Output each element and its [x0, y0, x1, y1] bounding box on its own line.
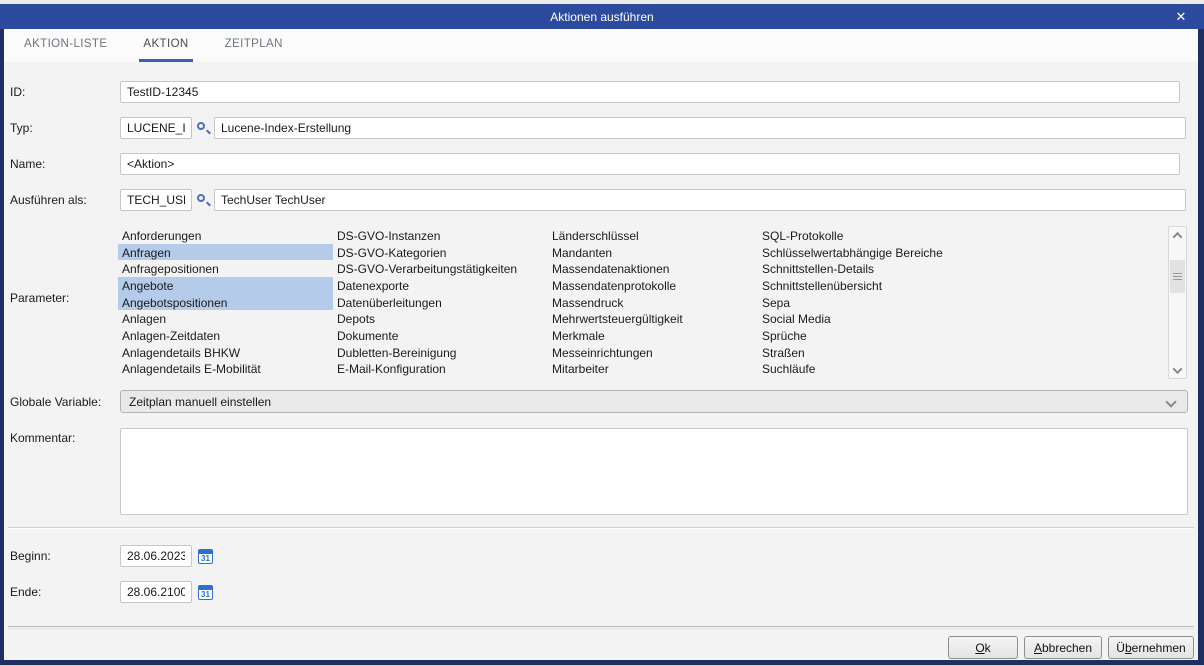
dialog-aktionen-ausfuehren: Aktionen ausführen ✕ AKTION-LISTE AKTION…: [0, 0, 1204, 666]
typ-label: Typ:: [10, 121, 33, 135]
param-item[interactable]: Straßen: [758, 344, 1168, 361]
comment-label: Kommentar:: [10, 431, 75, 445]
param-item[interactable]: Anfragen: [118, 244, 333, 261]
scroll-down-icon[interactable]: [1169, 362, 1186, 378]
parameter-column: AnforderungenAnfragenAnfragepositionenAn…: [118, 227, 333, 377]
separator: [8, 527, 1194, 528]
param-item[interactable]: Social Media: [758, 310, 1168, 327]
param-item[interactable]: DS-GVO-Instanzen: [333, 227, 548, 244]
param-item[interactable]: Suchläufe: [758, 360, 1168, 377]
global-variable-dropdown[interactable]: Zeitplan manuell einstellen: [120, 390, 1188, 413]
param-item[interactable]: Messeinrichtungen: [548, 344, 758, 361]
begin-label: Beginn:: [10, 549, 51, 563]
param-item[interactable]: Anlagendetails BHKW: [118, 344, 333, 361]
parameter-column: SQL-ProtokolleSchlüsselwertabhängige Ber…: [758, 227, 1168, 377]
param-item[interactable]: Anlagen-Zeitdaten: [118, 327, 333, 344]
param-item[interactable]: Depots: [333, 310, 548, 327]
end-calendar-icon[interactable]: 31: [198, 585, 213, 600]
param-item[interactable]: Sprüche: [758, 327, 1168, 344]
param-item[interactable]: Anlagen: [118, 310, 333, 327]
param-item[interactable]: DS-GVO-Kategorien: [333, 244, 548, 261]
param-item[interactable]: Merkmale: [548, 327, 758, 344]
end-date-field[interactable]: [120, 581, 192, 603]
parameter-label: Parameter:: [10, 291, 69, 305]
id-label: ID:: [10, 85, 25, 99]
dialog-body: AKTION-LISTE AKTION ZEITPLAN ID: Typ: Na…: [4, 29, 1198, 660]
typ-search-icon[interactable]: [196, 120, 211, 136]
scrollbar-thumb[interactable]: [1170, 260, 1185, 293]
param-item[interactable]: Schlüsselwertabhängige Bereiche: [758, 244, 1168, 261]
param-item[interactable]: Datenexporte: [333, 277, 548, 294]
end-label: Ende:: [10, 585, 41, 599]
tab-aktion[interactable]: AKTION: [139, 29, 192, 62]
tab-zeitplan[interactable]: ZEITPLAN: [221, 29, 287, 62]
param-item[interactable]: Sepa: [758, 294, 1168, 311]
ok-button[interactable]: Ok: [948, 636, 1018, 659]
tab-aktion-liste[interactable]: AKTION-LISTE: [20, 29, 111, 62]
param-item[interactable]: Anlagendetails E-Mobilität: [118, 360, 333, 377]
window-title: Aktionen ausführen: [550, 10, 653, 24]
param-item[interactable]: Mandanten: [548, 244, 758, 261]
param-item[interactable]: Dubletten-Bereinigung: [333, 344, 548, 361]
parameter-list: AnforderungenAnfragenAnfragepositionenAn…: [118, 227, 1168, 377]
tabbar: AKTION-LISTE AKTION ZEITPLAN: [4, 29, 1198, 62]
param-item[interactable]: DS-GVO-Verarbeitungstätigkeiten: [333, 260, 548, 277]
chevron-down-icon: [1165, 396, 1176, 407]
cancel-button[interactable]: Abbrechen: [1024, 636, 1102, 659]
param-item[interactable]: Massendatenaktionen: [548, 260, 758, 277]
parameter-column: DS-GVO-InstanzenDS-GVO-KategorienDS-GVO-…: [333, 227, 548, 377]
window-border-right: [1198, 29, 1204, 660]
parameter-scrollbar[interactable]: [1168, 226, 1187, 379]
typ-description-field: [214, 117, 1186, 139]
id-field[interactable]: [120, 81, 1180, 103]
param-item[interactable]: E-Mail-Konfiguration: [333, 360, 548, 377]
run-as-code-field[interactable]: [120, 189, 192, 211]
run-as-label: Ausführen als:: [10, 193, 87, 207]
param-item[interactable]: Mehrwertsteuergültigkeit: [548, 310, 758, 327]
begin-date-field[interactable]: [120, 545, 192, 567]
footer-separator: [8, 626, 1194, 627]
apply-button[interactable]: Übernehmen: [1108, 636, 1194, 659]
parameter-column: LänderschlüsselMandantenMassendatenaktio…: [548, 227, 758, 377]
param-item[interactable]: Schnittstellen-Details: [758, 260, 1168, 277]
param-item[interactable]: Anforderungen: [118, 227, 333, 244]
param-item[interactable]: Dokumente: [333, 327, 548, 344]
name-field[interactable]: [120, 153, 1180, 175]
comment-field[interactable]: [120, 428, 1188, 515]
param-item[interactable]: Anfragepositionen: [118, 260, 333, 277]
titlebar: Aktionen ausführen ✕: [0, 4, 1204, 29]
param-item[interactable]: Angebotspositionen: [118, 294, 333, 311]
param-item[interactable]: Datenüberleitungen: [333, 294, 548, 311]
param-item[interactable]: Massendatenprotokolle: [548, 277, 758, 294]
param-item[interactable]: Schnittstellenübersicht: [758, 277, 1168, 294]
global-variable-label: Globale Variable:: [10, 395, 101, 409]
scroll-up-icon[interactable]: [1169, 227, 1186, 243]
close-icon: ✕: [1176, 9, 1187, 25]
param-item[interactable]: Länderschlüssel: [548, 227, 758, 244]
param-item[interactable]: Mitarbeiter: [548, 360, 758, 377]
param-item[interactable]: Massendruck: [548, 294, 758, 311]
param-item[interactable]: Angebote: [118, 277, 333, 294]
typ-code-field[interactable]: [120, 117, 192, 139]
name-label: Name:: [10, 157, 45, 171]
run-as-description-field: [214, 189, 1186, 211]
close-button[interactable]: ✕: [1168, 4, 1194, 29]
run-as-search-icon[interactable]: [196, 192, 211, 208]
param-item[interactable]: SQL-Protokolle: [758, 227, 1168, 244]
global-variable-value: Zeitplan manuell einstellen: [129, 395, 271, 409]
begin-calendar-icon[interactable]: 31: [198, 549, 213, 564]
